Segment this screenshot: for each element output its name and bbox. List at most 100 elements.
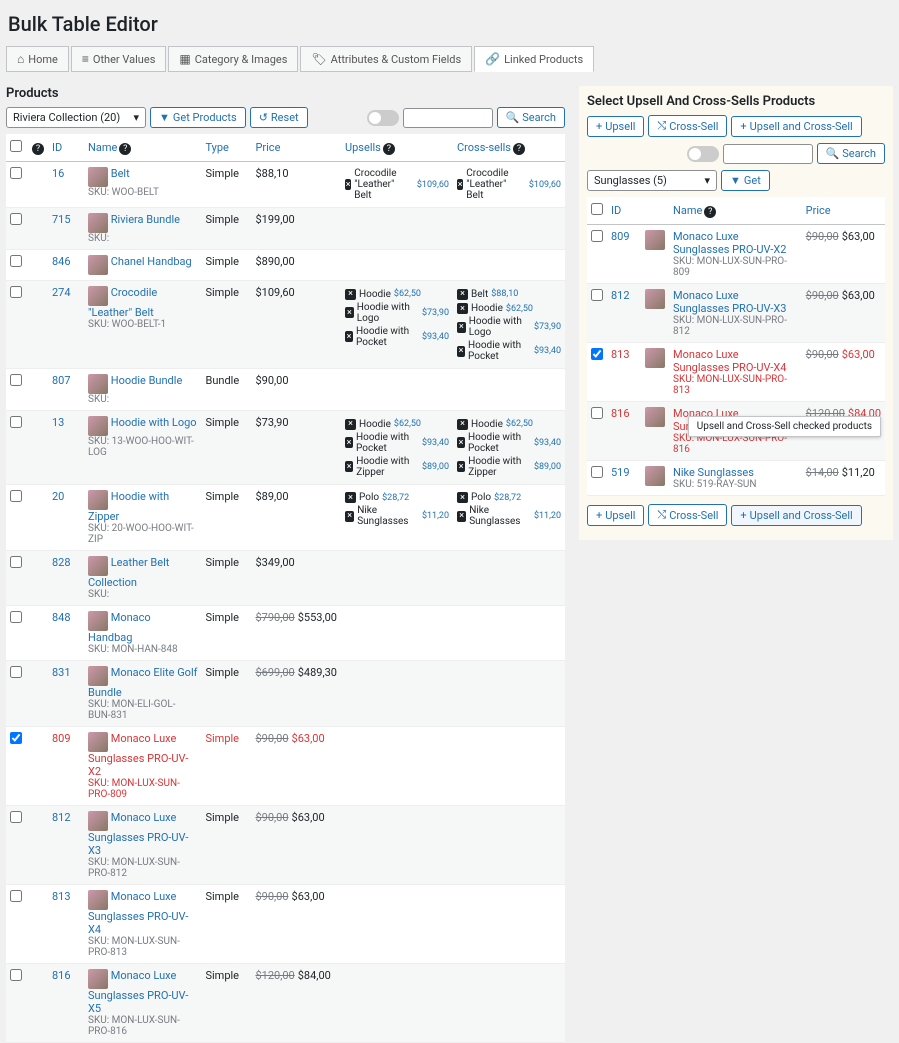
search-button[interactable]: 🔍Search [497, 107, 566, 128]
linked-chip[interactable]: ×Hoodie with Pocket $93,40 [345, 432, 449, 454]
row-checkbox[interactable] [591, 289, 603, 301]
row-checkbox[interactable] [591, 466, 603, 478]
linked-chip[interactable]: ×Hoodie with Logo $73,90 [457, 316, 561, 338]
get-products-button[interactable]: ▼Get Products [150, 107, 246, 128]
toggle-switch[interactable] [367, 110, 399, 126]
remove-icon[interactable]: × [457, 303, 468, 314]
info-icon[interactable]: ? [704, 206, 716, 218]
id-link[interactable]: 846 [52, 255, 71, 268]
remove-icon[interactable]: × [457, 511, 466, 522]
linked-chip[interactable]: ×Hoodie with Pocket $93,40 [457, 432, 561, 454]
product-link[interactable]: Hoodie with Logo [111, 416, 197, 429]
tab-attributes-custom-fields[interactable]: 🏷Attributes & Custom Fields [300, 46, 472, 72]
linked-chip[interactable]: ×Hoodie with Zipper $89,00 [457, 456, 561, 478]
remove-icon[interactable]: × [457, 346, 465, 357]
remove-icon[interactable]: × [345, 492, 356, 503]
row-checkbox[interactable] [10, 666, 22, 678]
id-link[interactable]: 809 [52, 732, 71, 745]
linked-chip[interactable]: ×Hoodie with Pocket $93,40 [345, 326, 449, 348]
remove-icon[interactable]: × [345, 511, 354, 522]
id-link[interactable]: 848 [52, 611, 71, 624]
linked-chip[interactable]: ×Polo $28,72 [457, 492, 521, 503]
linked-chip[interactable]: ×Crocodile "Leather" Belt $109,60 [345, 168, 449, 201]
remove-icon[interactable]: × [345, 179, 351, 190]
category-filter[interactable]: Sunglasses (5)▾ [587, 170, 717, 191]
row-checkbox[interactable] [591, 407, 603, 419]
col-name[interactable]: Name? [84, 134, 201, 162]
row-checkbox[interactable] [10, 556, 22, 568]
row-checkbox[interactable] [591, 348, 603, 360]
linked-chip[interactable]: ×Hoodie $62,50 [457, 303, 533, 314]
info-icon[interactable]: ? [513, 143, 525, 155]
select-all-checkbox[interactable] [591, 203, 603, 215]
info-icon[interactable]: ? [32, 143, 44, 155]
product-link[interactable]: Monaco Luxe Sunglasses PRO-UV-X3 [673, 289, 786, 315]
row-checkbox[interactable] [10, 890, 22, 902]
row-checkbox[interactable] [10, 969, 22, 981]
row-checkbox[interactable] [591, 230, 603, 242]
remove-icon[interactable]: × [345, 307, 354, 318]
linked-chip[interactable]: ×Nike Sunglasses $11,20 [457, 505, 561, 527]
search-input[interactable] [403, 108, 493, 128]
row-checkbox[interactable] [10, 374, 22, 386]
row-checkbox[interactable] [10, 611, 22, 623]
remove-icon[interactable]: × [345, 419, 356, 430]
row-checkbox[interactable] [10, 167, 22, 179]
id-link[interactable]: 13 [52, 416, 64, 429]
col-price[interactable]: Price [251, 134, 341, 162]
row-checkbox[interactable] [10, 255, 22, 267]
row-checkbox[interactable] [10, 490, 22, 502]
row-checkbox[interactable] [10, 213, 22, 225]
tab-linked-products[interactable]: 🔗Linked Products [474, 46, 594, 72]
linked-chip[interactable]: ×Hoodie with Pocket $93,40 [457, 340, 561, 362]
reset-button[interactable]: ↺Reset [250, 107, 308, 128]
product-link[interactable]: Hoodie Bundle [111, 374, 183, 387]
row-checkbox[interactable] [10, 811, 22, 823]
id-link[interactable]: 816 [52, 969, 71, 982]
remove-icon[interactable]: × [345, 331, 353, 342]
linked-chip[interactable]: ×Hoodie with Zipper $89,00 [345, 456, 449, 478]
col-price[interactable]: Price [802, 197, 885, 225]
product-link[interactable]: Belt [111, 167, 130, 180]
remove-icon[interactable]: × [345, 289, 356, 300]
col-id[interactable]: ID [48, 134, 84, 162]
search-button-right[interactable]: 🔍Search [817, 143, 886, 164]
id-link[interactable]: 831 [52, 666, 71, 679]
id-link[interactable]: 16 [52, 167, 64, 180]
tab-home[interactable]: ⌂Home [6, 46, 69, 72]
id-link[interactable]: 816 [611, 407, 630, 420]
remove-icon[interactable]: × [457, 322, 466, 333]
id-link[interactable]: 828 [52, 556, 71, 569]
linked-chip[interactable]: ×Hoodie with Logo $73,90 [345, 302, 449, 324]
id-link[interactable]: 812 [611, 289, 630, 302]
id-link[interactable]: 519 [611, 466, 630, 479]
col-name[interactable]: Name? [669, 197, 802, 225]
row-checkbox[interactable] [10, 416, 22, 428]
remove-icon[interactable]: × [457, 419, 468, 430]
col-type[interactable]: Type [201, 134, 251, 162]
info-icon[interactable]: ? [119, 143, 131, 155]
id-link[interactable]: 274 [52, 286, 71, 299]
upsell-button[interactable]: +Upsell [587, 116, 644, 137]
select-all-checkbox[interactable] [10, 140, 22, 152]
row-checkbox[interactable] [10, 286, 22, 298]
remove-icon[interactable]: × [345, 437, 353, 448]
id-link[interactable]: 813 [611, 348, 630, 361]
product-link[interactable]: Nike Sunglasses [673, 466, 754, 479]
both-button[interactable]: +Upsell and Cross-Sell [731, 116, 861, 137]
cross-sell-button-bottom[interactable]: ⤭Cross-Sell [648, 504, 727, 526]
info-icon[interactable]: ? [383, 143, 395, 155]
both-button-bottom[interactable]: +Upsell and Cross-Sell [731, 505, 861, 526]
col-upsells[interactable]: Upsells? [341, 134, 453, 162]
linked-chip[interactable]: ×Hoodie $62,50 [457, 419, 533, 430]
id-link[interactable]: 715 [52, 213, 71, 226]
product-link[interactable]: Monaco Luxe Sunglasses PRO-UV-X2 [673, 230, 786, 256]
toggle-switch[interactable] [687, 146, 719, 162]
product-link[interactable]: Chanel Handbag [111, 255, 192, 268]
collection-filter[interactable]: Riviera Collection (20)▾ [6, 107, 146, 128]
upsell-button-bottom[interactable]: +Upsell [587, 505, 644, 526]
col-id[interactable]: ID [607, 197, 641, 225]
linked-chip[interactable]: ×Nike Sunglasses $11,20 [345, 505, 449, 527]
row-checkbox[interactable] [10, 732, 22, 744]
id-link[interactable]: 812 [52, 811, 71, 824]
